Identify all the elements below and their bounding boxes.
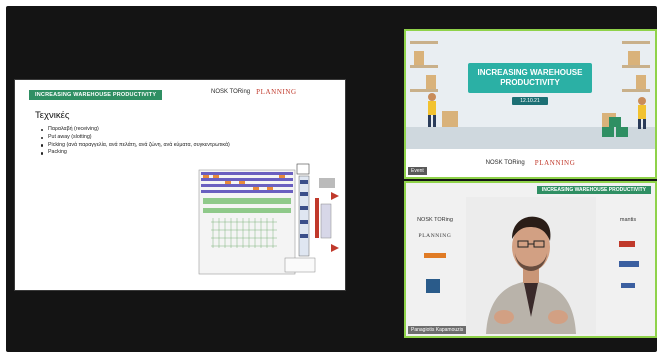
slide-logos: NOSK TORing PLANNING (211, 88, 297, 96)
slide-bullet: Picking (ανά παραγγελία, ανά πελάτη, ανά… (41, 142, 230, 150)
event-banner: INCREASING WAREHOUSE PRODUCTIVITY (468, 63, 592, 93)
participant-video-tile[interactable]: INCREASING WAREHOUSE PRODUCTIVITY 12.10.… (404, 29, 657, 179)
speaker-video-tile[interactable]: INCREASING WAREHOUSE PRODUCTIVITY NOSK T… (404, 181, 657, 338)
slide-bullet: Put away (slotting) (41, 134, 230, 142)
warehouse-layout-diagram (198, 163, 339, 275)
event-footer-logos: NOSK TORing PLANNING (406, 149, 655, 177)
slide-logo-right: PLANNING (256, 88, 297, 96)
sponsor-logo-marks (619, 241, 639, 288)
speaker-video (466, 197, 596, 334)
slide-bullet-list: Παραλαβή (receiving) Put away (slotting)… (41, 126, 230, 157)
sponsor-logo: PLANNING (418, 233, 452, 239)
slide-bullet: Packing (41, 149, 230, 157)
shared-slide[interactable]: INCREASING WAREHOUSE PRODUCTIVITY NOSK T… (14, 79, 346, 291)
sponsor-logo: mantis (619, 217, 637, 223)
speaker-banner: INCREASING WAREHOUSE PRODUCTIVITY (536, 186, 651, 194)
slide-banner: INCREASING WAREHOUSE PRODUCTIVITY (29, 90, 163, 100)
slide-title: Τεχνικές (35, 110, 70, 121)
meeting-window: INCREASING WAREHOUSE PRODUCTIVITY NOSK T… (0, 0, 663, 358)
event-date: 12.10.21 (512, 97, 548, 105)
slide-bullet: Παραλαβή (receiving) (41, 126, 230, 134)
footer-logo-left: NOSK TORing (485, 160, 525, 166)
sponsor-logos-left: NOSK TORing PLANNING (412, 217, 458, 304)
slide-logo-left: NOSK TORing (211, 89, 251, 95)
participant-name-tag: Event (408, 167, 427, 175)
video-stage: INCREASING WAREHOUSE PRODUCTIVITY NOSK T… (6, 6, 657, 352)
sponsor-logo: NOSK TORing (417, 217, 453, 223)
speaker-name-tag: Panagiotis Kapamouzis (408, 326, 467, 334)
sponsor-logo-marks (424, 253, 446, 293)
sponsor-logos-right: mantis (605, 217, 651, 308)
footer-logo-right: PLANNING (534, 159, 576, 167)
